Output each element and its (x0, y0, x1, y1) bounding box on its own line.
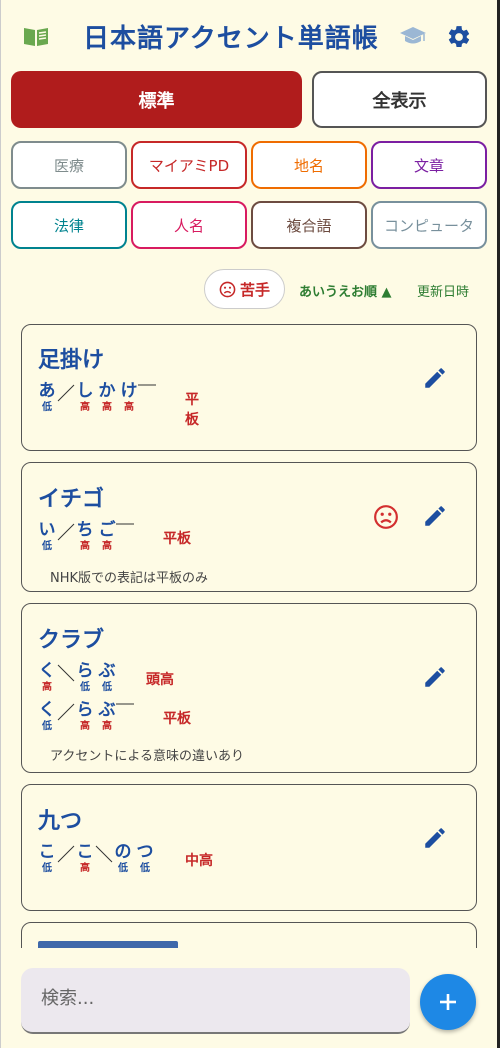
accent-pattern: 平板 (163, 531, 191, 547)
graduation-cap-icon[interactable] (399, 25, 427, 47)
accent-pattern: 平板 (163, 711, 191, 727)
edit-pencil-icon[interactable] (422, 365, 448, 391)
frown-icon (219, 281, 236, 297)
edit-pencil-icon[interactable] (422, 664, 448, 690)
mora: つ低 (136, 842, 154, 874)
word-title: イチゴ (38, 487, 105, 512)
add-word-button[interactable] (420, 974, 476, 1030)
category-chip-compounds[interactable]: 複合語 (251, 201, 367, 249)
word-note: NHK版での表記は平板のみ (50, 571, 209, 586)
accent-pattern: 中高 (185, 853, 213, 869)
category-chip-computer[interactable]: コンピュータ (371, 201, 487, 249)
mora: ぶ高 (98, 700, 116, 732)
book-icon (24, 28, 48, 46)
accent-reading: く低 ら高 ぶ高 平板 (36, 700, 206, 738)
mora: か高 (98, 381, 116, 413)
word-title: 足掛け (38, 348, 105, 373)
accent-flat-line (138, 384, 156, 386)
accent-rise-line (57, 703, 75, 721)
show-all-mode-button[interactable]: 全表示 (312, 71, 487, 128)
accent-rise-line (57, 523, 75, 541)
accent-fall-line (95, 845, 113, 863)
app-title: 日本語アクセント単語帳 (83, 24, 379, 54)
word-card[interactable]: 九つ こ低 こ高 の低 つ低 中高 (21, 784, 477, 911)
weak-filter-button[interactable]: 苦手 (204, 269, 285, 309)
sort-updated-button[interactable]: 更新日時 (417, 281, 469, 300)
mora: く低 (38, 700, 56, 732)
search-box[interactable] (21, 968, 410, 1034)
category-chip-place-names[interactable]: 地名 (251, 141, 367, 189)
category-chip-law[interactable]: 法律 (11, 201, 127, 249)
mora: こ高 (76, 842, 94, 874)
accent-fall-line (57, 664, 75, 682)
accent-reading: こ低 こ高 の低 つ低 中高 (36, 842, 226, 880)
mora: く高 (38, 661, 56, 693)
word-note: アクセントによる意味の違いあり (50, 749, 244, 764)
mora: の低 (114, 842, 132, 874)
accent-reading: あ低 し高 か高 け高 平板 (36, 381, 206, 428)
word-title: クラブ (38, 628, 105, 653)
word-list: 足掛け あ低 し高 か高 け高 平板 イチゴ い低 ち高 ご高 平板 NHK版で… (1, 320, 500, 948)
mora: ら高 (76, 700, 94, 732)
accent-rise-line (57, 845, 75, 863)
accent-flat-line (116, 523, 134, 525)
category-chip-sentences[interactable]: 文章 (371, 141, 487, 189)
word-card[interactable] (21, 922, 477, 948)
weak-filter-label: 苦手 (239, 280, 270, 299)
accent-reading: く高 ら低 ぶ低 頭高 (36, 661, 206, 699)
plus-icon (440, 994, 456, 1010)
edit-pencil-icon[interactable] (422, 825, 448, 851)
word-card[interactable]: 足掛け あ低 し高 か高 け高 平板 (21, 324, 477, 451)
gear-icon[interactable] (446, 24, 472, 50)
mora: し高 (76, 381, 94, 413)
word-card[interactable]: クラブ く高 ら低 ぶ低 頭高 く低 ら高 ぶ高 平板 アクセントによる意味の違… (21, 603, 477, 773)
accent-rise-line (57, 384, 75, 402)
search-input[interactable] (41, 988, 381, 1009)
app-frame: 日本語アクセント単語帳 標準 全表示 医療 マイアミPD 地名 文章 法律 人名… (0, 0, 500, 1048)
accent-pattern: 頭高 (146, 672, 174, 688)
mora: い低 (38, 520, 56, 552)
sort-kana-button[interactable]: あいうえお順 ▲ (299, 281, 392, 300)
word-title-cropped (38, 941, 178, 948)
accent-reading: い低 ち高 ご高 平板 (36, 520, 206, 558)
standard-mode-button[interactable]: 標準 (11, 71, 302, 128)
category-chip-miami-pd[interactable]: マイアミPD (131, 141, 247, 189)
category-chip-medical[interactable]: 医療 (11, 141, 127, 189)
mora: け高 (120, 381, 138, 413)
mora: ら低 (76, 661, 94, 693)
frown-icon[interactable] (373, 504, 399, 530)
mora: あ低 (38, 381, 56, 413)
mora: こ低 (38, 842, 56, 874)
accent-flat-line (116, 703, 134, 705)
edit-pencil-icon[interactable] (422, 503, 448, 529)
accent-pattern: 平板 (185, 392, 199, 428)
mora: ご高 (98, 520, 116, 552)
category-chip-person-names[interactable]: 人名 (131, 201, 247, 249)
mora: ち高 (76, 520, 94, 552)
mora: ぶ低 (98, 661, 116, 693)
word-card[interactable]: イチゴ い低 ち高 ご高 平板 NHK版での表記は平板のみ (21, 462, 477, 592)
word-title: 九つ (38, 809, 83, 834)
app-header: 日本語アクセント単語帳 (1, 0, 500, 70)
